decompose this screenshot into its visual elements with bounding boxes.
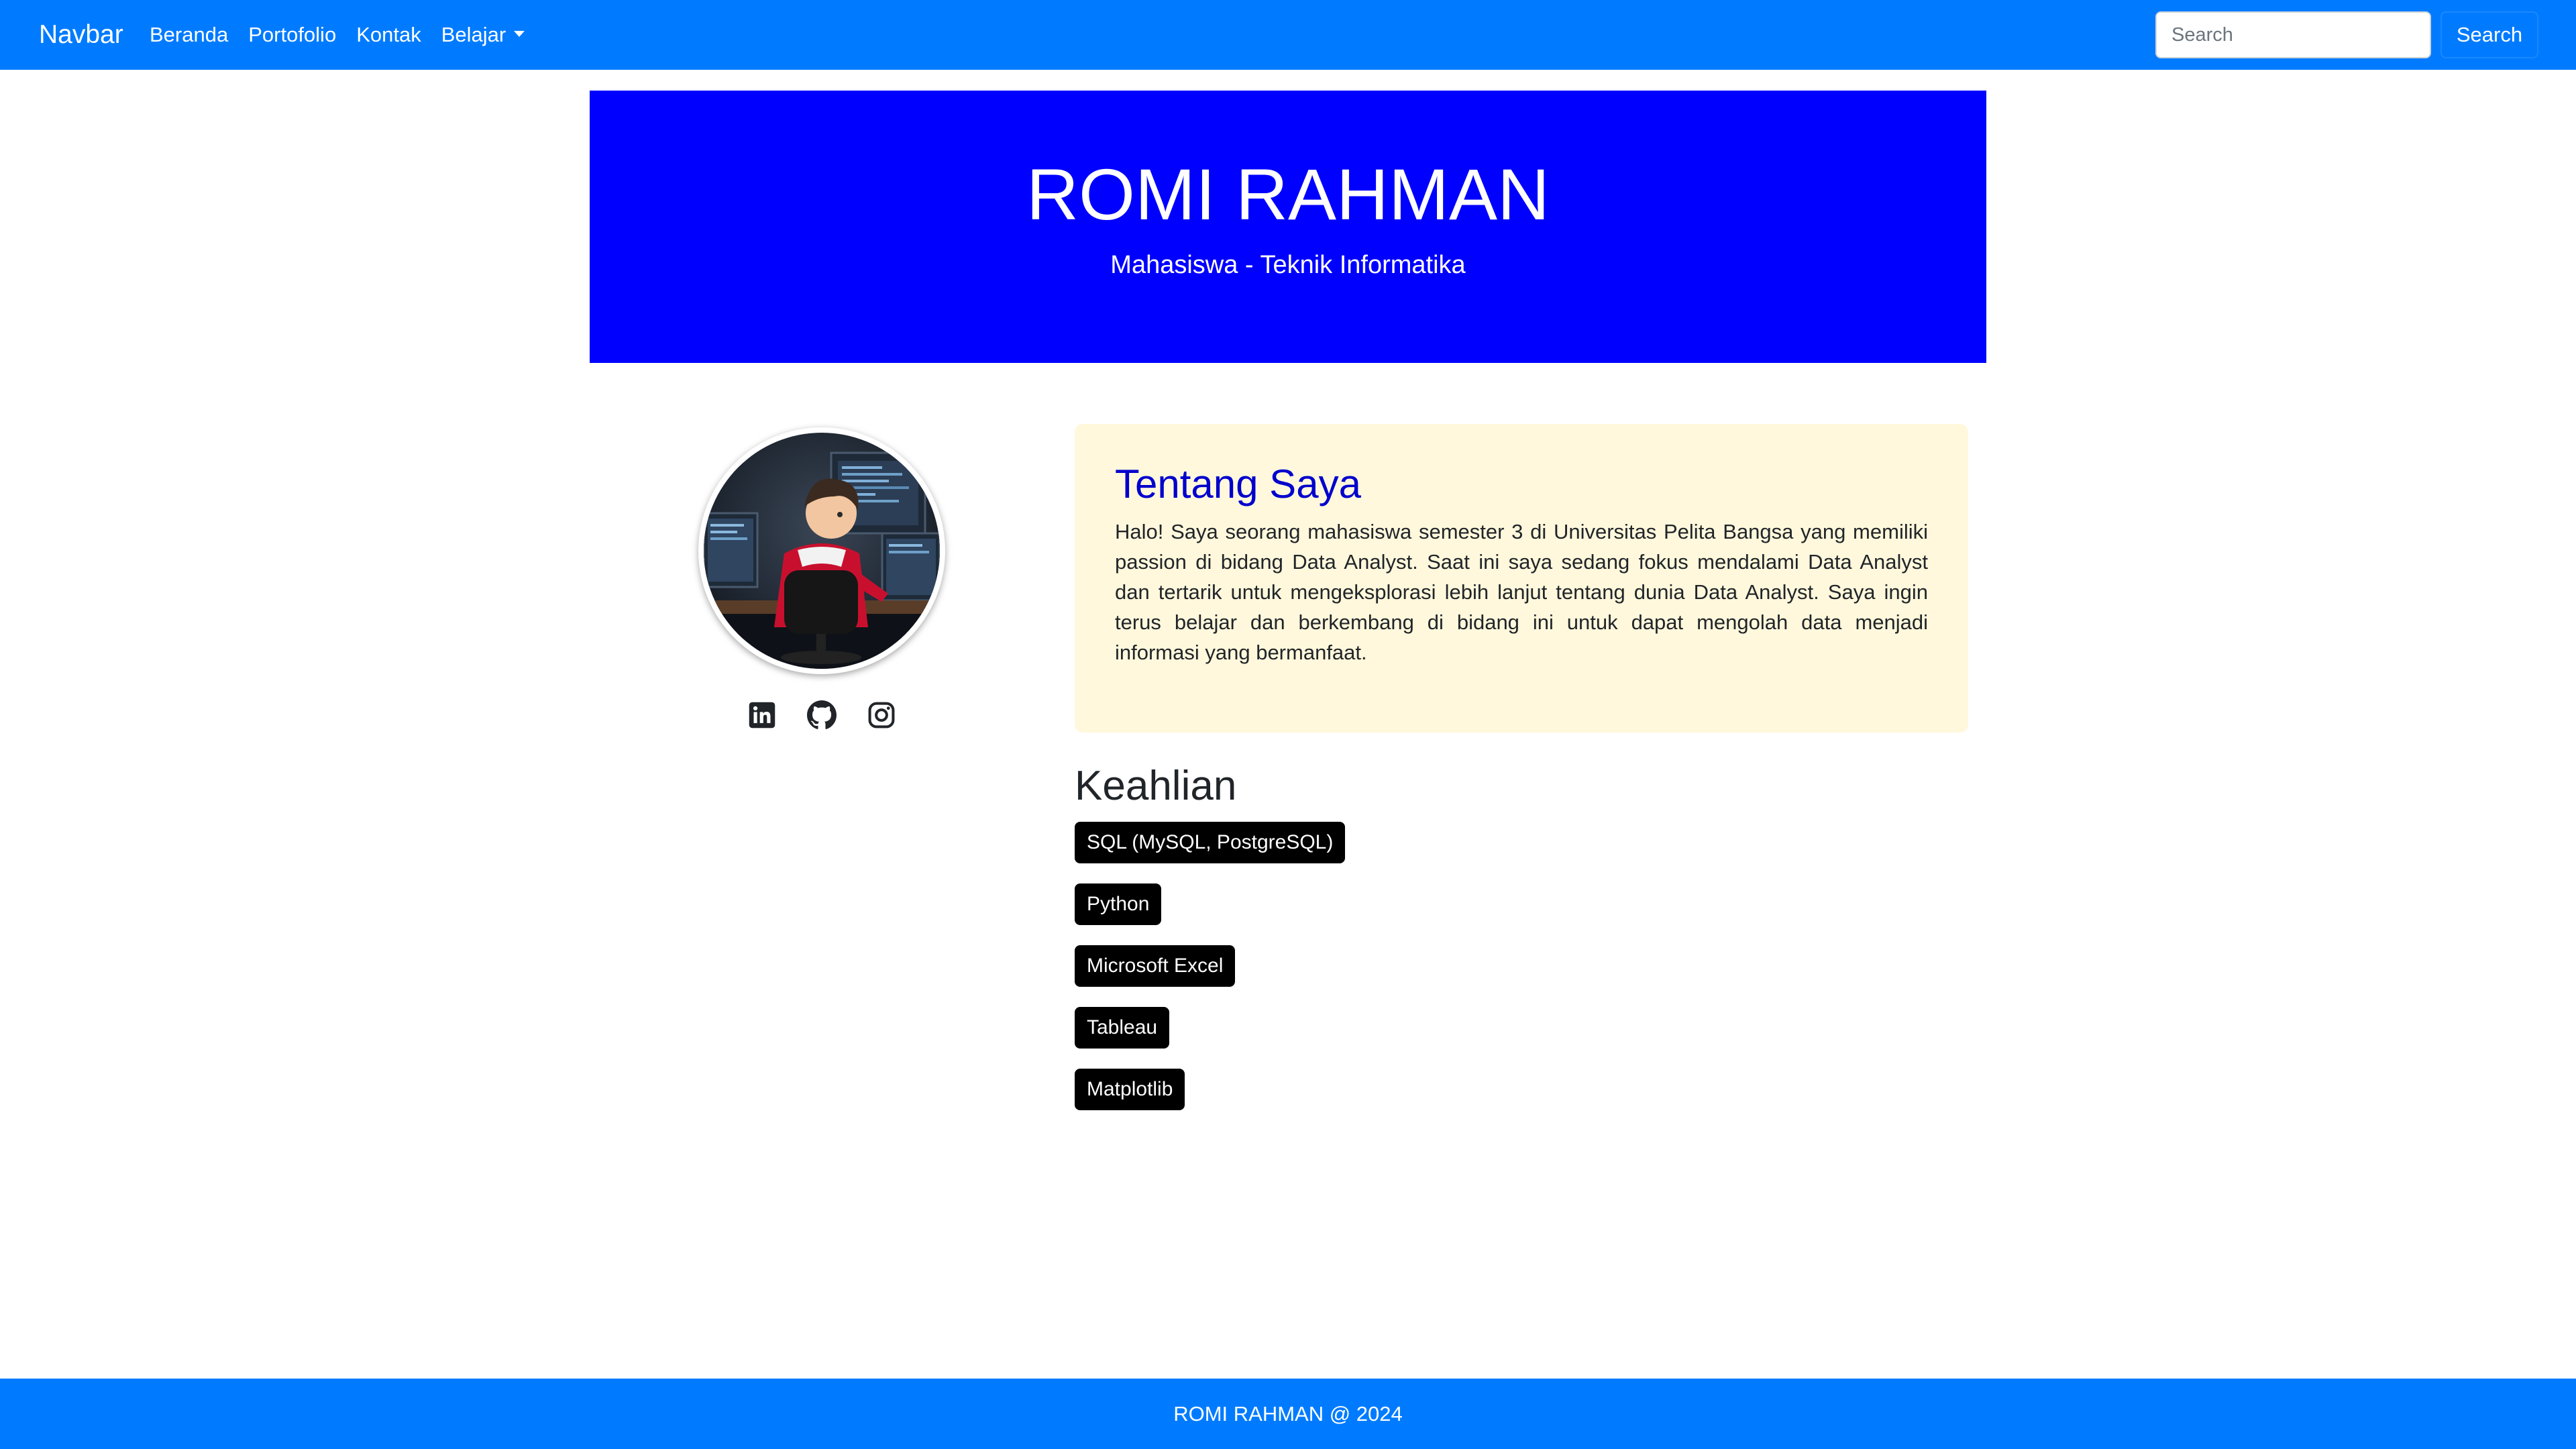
skills-title: Keahlian	[1075, 763, 1237, 809]
search-button[interactable]: Search	[2440, 11, 2538, 58]
nav-link-portofolio[interactable]: Portofolio	[248, 0, 336, 70]
profile-avatar	[698, 427, 945, 674]
social-links	[747, 700, 896, 730]
navbar-brand[interactable]: Navbar	[39, 0, 123, 70]
avatar-illustration	[704, 433, 940, 669]
caret-down-icon	[514, 31, 525, 38]
skill-badge: Python	[1075, 883, 1162, 925]
skill-badge: Matplotlib	[1075, 1069, 1185, 1110]
hero-subtitle: Mahasiswa - Teknik Informatika	[1110, 251, 1466, 279]
hero-banner: ROMI RAHMAN Mahasiswa - Teknik Informati…	[590, 91, 1986, 363]
linkedin-icon[interactable]	[747, 700, 777, 730]
nav-links: Beranda Portofolio Kontak Belajar	[150, 0, 525, 70]
github-icon[interactable]	[807, 700, 837, 730]
nav-dropdown-label: Belajar	[441, 23, 506, 46]
about-title: Tentang Saya	[1115, 462, 1361, 506]
nav-dropdown-belajar[interactable]: Belajar	[441, 0, 525, 70]
about-text: Halo! Saya seorang mahasiswa semester 3 …	[1115, 520, 1928, 664]
hero-title: ROMI RAHMAN	[1026, 154, 1550, 235]
skill-badge: Tableau	[1075, 1007, 1170, 1049]
navbar: Navbar Beranda Portofolio Kontak Belajar…	[0, 0, 2576, 70]
search-input[interactable]	[2155, 11, 2431, 58]
avatar-image	[704, 433, 940, 669]
skill-badge: Microsoft Excel	[1075, 945, 1236, 987]
skill-badge: SQL (MySQL, PostgreSQL)	[1075, 822, 1346, 863]
nav-link-beranda[interactable]: Beranda	[150, 0, 228, 70]
nav-link-kontak[interactable]: Kontak	[356, 0, 421, 70]
skills-list: SQL (MySQL, PostgreSQL) Python Microsoft…	[1075, 822, 1346, 1130]
instagram-icon[interactable]	[867, 700, 896, 730]
about-card: Tentang Saya Halo! Saya seorang mahasisw…	[1075, 424, 1968, 733]
footer: ROMI RAHMAN @ 2024	[0, 1379, 2576, 1449]
footer-text: ROMI RAHMAN @ 2024	[1173, 1402, 1403, 1426]
